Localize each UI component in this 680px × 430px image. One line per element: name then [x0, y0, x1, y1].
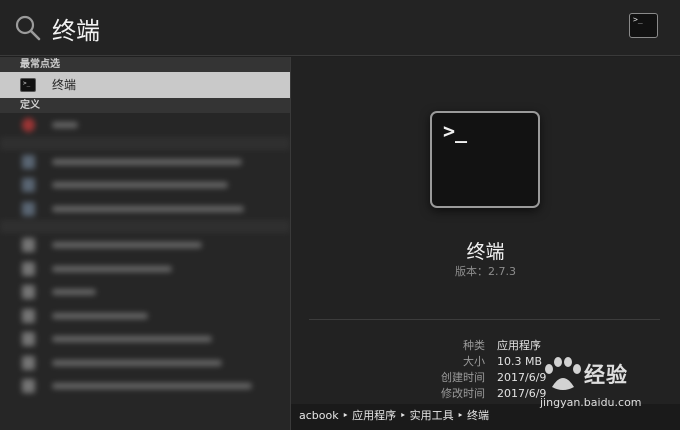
terminal-icon-glyph: >_ [633, 15, 643, 24]
terminal-prompt-glyph: >_ [443, 119, 468, 143]
list-item[interactable] [0, 257, 290, 281]
divider [309, 319, 660, 320]
blurred-results [0, 113, 290, 398]
list-item[interactable] [0, 280, 290, 304]
document-icon [22, 285, 35, 299]
document-icon [22, 308, 35, 323]
search-bar: >_ [0, 0, 680, 56]
watermark-url: jingyan.baidu.com [540, 396, 642, 409]
app-name: 终端 [466, 241, 505, 263]
web-icon [22, 201, 35, 216]
section-header-definition: 定义 [0, 98, 290, 113]
spotlight-window: >_ 最常点选 终端 定义 >_ 终端 [0, 0, 680, 430]
list-item[interactable] [0, 351, 290, 375]
info-key: 大小 [463, 355, 485, 368]
list-item[interactable] [0, 173, 290, 197]
result-row-terminal[interactable]: 终端 [0, 71, 290, 98]
search-input[interactable] [52, 10, 592, 46]
document-icon [22, 379, 35, 393]
list-item[interactable] [0, 113, 290, 137]
baidu-paw-logo [545, 357, 581, 390]
section-header-top-hit: 最常点选 [0, 57, 290, 72]
list-item[interactable] [0, 233, 290, 257]
dictionary-icon [22, 118, 35, 132]
document-icon [22, 238, 35, 252]
results-list[interactable]: 最常点选 终端 定义 [0, 57, 290, 430]
web-icon [22, 178, 35, 192]
search-icon [15, 15, 41, 41]
list-item[interactable] [0, 304, 290, 328]
info-value: 2017/6/9 [497, 387, 547, 400]
info-key: 创建时间 [441, 371, 485, 384]
app-version: 版本：2.7.3 [455, 265, 516, 278]
document-icon [22, 355, 35, 370]
watermark: 经验 jingyan.baidu.com [540, 355, 675, 415]
result-label: 终端 [52, 78, 77, 92]
terminal-icon[interactable]: >_ [629, 13, 658, 38]
info-row-kind: 种类 应用程序 [391, 338, 651, 354]
list-item[interactable] [0, 374, 290, 398]
info-value: 应用程序 [497, 339, 541, 352]
info-value: 2017/6/9 [497, 371, 547, 384]
watermark-logo-text: 经验 [584, 363, 628, 387]
terminal-icon [20, 71, 36, 97]
document-icon [22, 332, 35, 346]
info-key: 修改时间 [441, 387, 485, 400]
terminal-app-icon[interactable]: >_ [430, 111, 540, 208]
info-key: 种类 [463, 339, 485, 352]
web-icon [22, 154, 35, 169]
list-item[interactable] [0, 327, 290, 351]
list-item[interactable] [0, 150, 290, 174]
list-item[interactable] [0, 197, 290, 221]
info-value: 10.3 MB [497, 355, 543, 368]
document-icon [22, 261, 35, 276]
